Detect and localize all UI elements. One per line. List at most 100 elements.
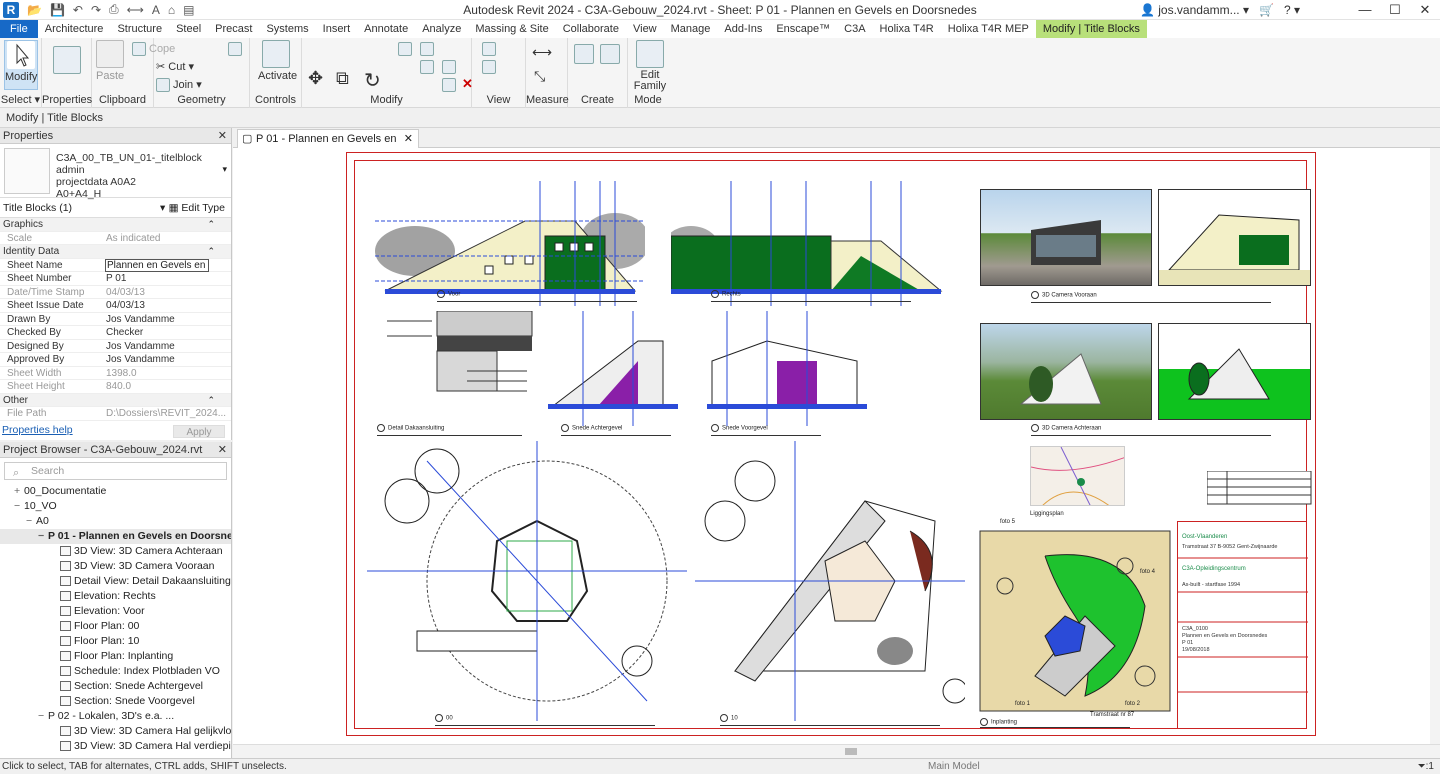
floor-plan-10-drawing[interactable] [695,441,965,721]
apply-button[interactable]: Apply [173,425,225,438]
create-group-icon[interactable] [574,44,597,64]
offset-icon[interactable] [420,42,437,56]
collapse-icon[interactable]: − [38,709,48,724]
select-dropdown[interactable]: Select ▾ [0,93,41,106]
browser-item[interactable]: − A0 [0,514,231,529]
edit-type-button[interactable]: ▦ Edit Type [169,198,225,218]
mirror-icon[interactable] [420,60,437,74]
hide-icon[interactable] [482,42,499,56]
dimension-icon[interactable]: ⤡ [534,68,545,85]
tab-systems[interactable]: Systems [259,20,315,38]
help-icon[interactable]: ? [1284,3,1291,17]
tab-annotate[interactable]: Annotate [357,20,415,38]
measure-tool-icon[interactable]: ⟷ [532,44,552,61]
paste-button[interactable]: Paste [96,40,124,82]
edit-family-button[interactable]: Edit Family [632,40,668,92]
tab-holixa-t4r[interactable]: Holixa T4R [873,20,941,38]
tab-c3a[interactable]: C3A [837,20,872,38]
browser-item[interactable]: Section: Snede Achtergevel [0,679,231,694]
revit-logo[interactable]: R [3,1,19,18]
property-section[interactable]: Graphics ⌃ [0,218,231,232]
3d-camera-achteraan-hidden[interactable] [1158,323,1311,420]
collapse-icon[interactable]: − [14,499,24,514]
rotate-icon[interactable]: ↻ [364,68,381,93]
browser-item[interactable]: 3D View: 3D Camera Vooraan [0,559,231,574]
user-account[interactable]: 👤 jos.vandamm... ▾ 🛒 ? ▾ [1140,3,1300,17]
type-selector[interactable]: C3A_00_TB_UN_01-_titelblock admin projec… [0,144,231,200]
browser-item[interactable]: −10_VO [0,499,231,514]
property-value[interactable]: Jos Vandamme [106,313,175,327]
active-model[interactable]: Main Model [928,759,980,774]
property-value[interactable]: Jos Vandamme [106,353,175,367]
text-icon[interactable]: A [152,3,160,17]
redo-icon[interactable]: ↷ [91,3,101,17]
close-icon[interactable]: ✕ [218,442,227,458]
browser-item[interactable]: Section: Snede Voorgevel [0,694,231,709]
close-button[interactable]: ✕ [1410,0,1440,20]
properties-button[interactable] [52,40,82,76]
collapse-icon[interactable]: ⌃ [207,394,215,408]
vertical-scrollbar[interactable] [1430,148,1440,744]
browser-item[interactable]: 3D View: 3D Camera Hal verdieping [0,739,231,754]
browser-item[interactable]: 3D View: 3D Camera Achteraan [0,544,231,559]
switch-windows-icon[interactable]: ▤ [183,3,194,17]
detail-dakaansluiting-drawing[interactable] [377,311,537,426]
tab-holixa-t4r-mep[interactable]: Holixa T4R MEP [941,20,1036,38]
collapse-icon[interactable]: ⌃ [207,245,215,259]
copy-icon[interactable]: ⧉ [336,68,349,89]
property-value[interactable]: P 01 [106,272,126,286]
maximize-button[interactable]: ☐ [1380,0,1410,20]
tab-architecture[interactable]: Architecture [38,20,111,38]
browser-item[interactable]: +00_Documentatie [0,484,231,499]
geometry-tool-1[interactable] [228,42,245,56]
tab-enscape-[interactable]: Enscape™ [769,20,837,38]
collapse-icon[interactable]: − [26,514,36,529]
override-icon[interactable] [482,60,499,74]
create-similar-icon[interactable] [600,44,623,64]
index-schedule-table[interactable] [1207,471,1312,505]
browser-item[interactable]: 3D View: 3D Camera Hal gelijkvloer [0,724,231,739]
property-section[interactable]: Identity Data ⌃ [0,245,231,259]
close-icon[interactable]: ✕ [404,130,413,148]
tab-steel[interactable]: Steel [169,20,208,38]
tab-add-ins[interactable]: Add-Ins [717,20,769,38]
open-icon[interactable]: 📂 [27,3,42,17]
tab-massing-site[interactable]: Massing & Site [468,20,555,38]
tab-insert[interactable]: Insert [316,20,358,38]
tab-collaborate[interactable]: Collaborate [556,20,626,38]
collapse-icon[interactable]: − [38,529,48,544]
measure-icon[interactable]: ⟷ [127,3,144,17]
liggingsplan-map[interactable] [1030,446,1125,506]
chevron-down-icon[interactable]: ▾ [222,164,227,175]
trim-icon[interactable] [442,60,459,74]
home-icon[interactable]: ⌂ [168,3,175,17]
elevation-rechts-drawing[interactable] [671,181,961,306]
save-icon[interactable]: 💾 [50,3,65,17]
browser-item[interactable]: Elevation: Rechts [0,589,231,604]
browser-search-input[interactable]: ⌕ Search [4,462,227,480]
browser-item[interactable]: Floor Plan: 00 [0,619,231,634]
move-icon[interactable]: ✥ [308,68,323,89]
3d-camera-achteraan-render[interactable] [980,323,1152,420]
property-section[interactable]: Other ⌃ [0,393,231,408]
elevation-voor-drawing[interactable] [375,181,645,306]
drawing-canvas[interactable]: Voor Rechts 3D Camera Vooraan Detail Dak… [233,148,1430,744]
3d-camera-vooraan-render[interactable] [980,189,1152,286]
split-icon[interactable] [442,78,459,92]
expand-icon[interactable]: + [14,484,24,499]
chevron-down-icon[interactable]: ▾ [160,198,165,218]
tab-structure[interactable]: Structure [110,20,169,38]
selection-filter[interactable]: ⏷:1 [1418,759,1434,774]
view-tab-sheet[interactable]: ▢ P 01 - Plannen en Gevels en Doo... ✕ [237,129,419,163]
tab-modify-title-blocks[interactable]: Modify | Title Blocks [1035,20,1147,38]
sheet-name-input[interactable]: Plannen en Gevels en D [105,258,209,272]
collapse-icon[interactable]: ⌃ [207,218,215,232]
browser-item[interactable]: Schedule: Index Plotbladen VO [0,664,231,679]
browser-item[interactable]: − P 02 - Lokalen, 3D's e.a. ... [0,709,231,724]
browser-item[interactable]: Elevation: Voor [0,604,231,619]
horizontal-scrollbar[interactable] [233,744,1440,758]
3d-camera-vooraan-hidden[interactable] [1158,189,1311,286]
floor-plan-00-drawing[interactable] [367,441,687,721]
activate-button[interactable]: Activate [258,40,297,82]
minimize-button[interactable]: — [1350,0,1380,20]
